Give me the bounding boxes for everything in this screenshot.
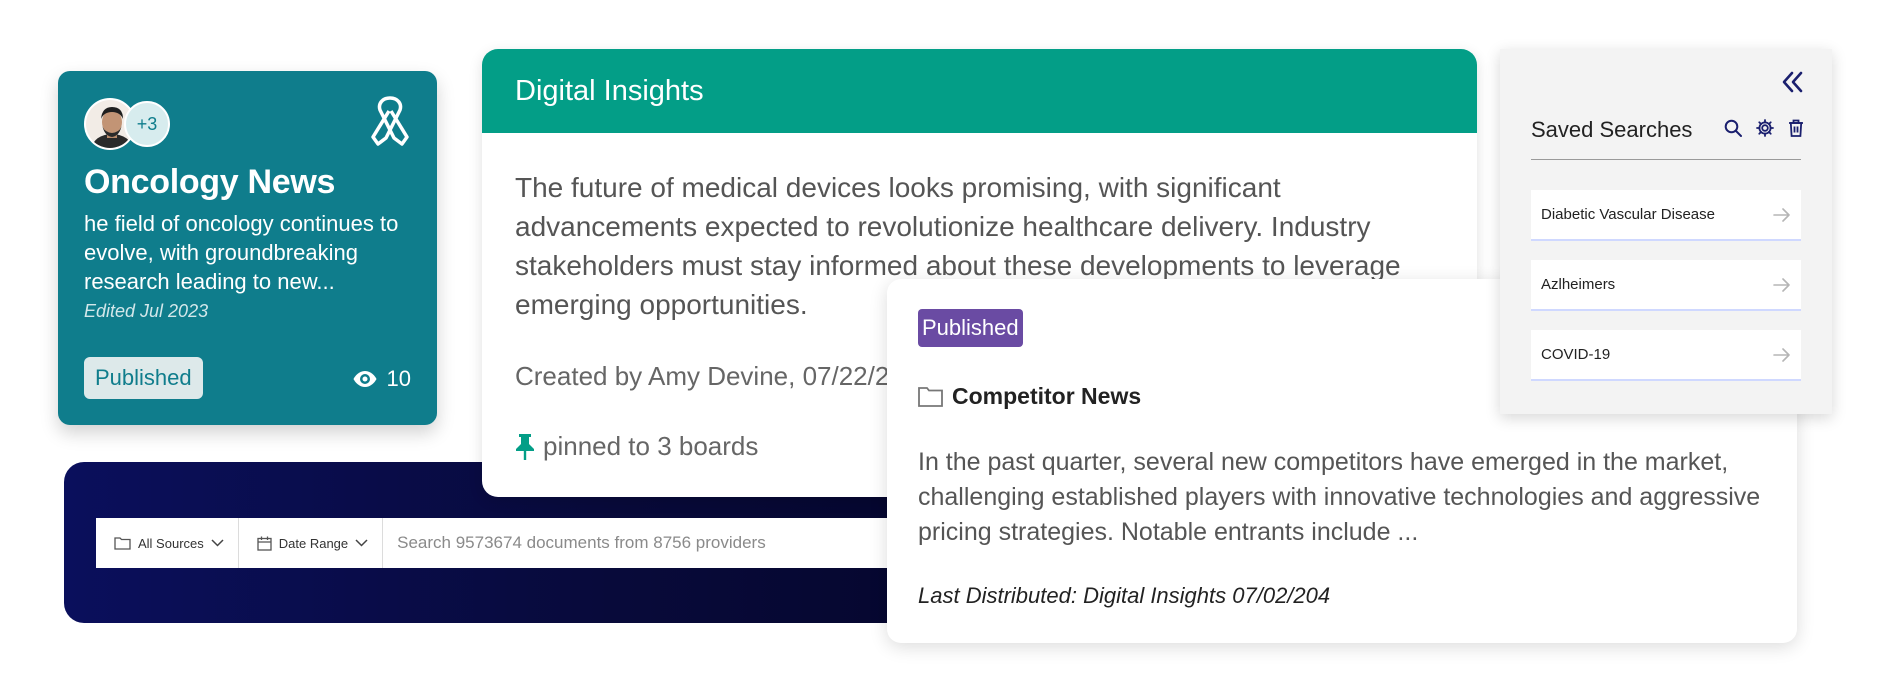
arrow-right-icon xyxy=(1773,347,1790,362)
arrow-right-icon xyxy=(1773,277,1790,292)
saved-search-label: Diabetic Vascular Disease xyxy=(1541,206,1715,223)
saved-search-label: COVID-19 xyxy=(1541,346,1611,363)
card-title[interactable]: Competitor News xyxy=(952,383,1141,410)
date-range-dropdown[interactable]: Date Range xyxy=(239,518,384,568)
status-badge: Published xyxy=(918,309,1023,347)
card-description: he field of oncology continues to evolve… xyxy=(84,211,399,294)
avatar-overflow-count[interactable]: +3 xyxy=(124,101,170,147)
folder-icon xyxy=(918,387,943,407)
folder-icon xyxy=(114,537,131,550)
saved-search-label: Azlheimers xyxy=(1541,276,1616,293)
gear-icon[interactable] xyxy=(1756,119,1774,137)
saved-search-item[interactable]: Azlheimers xyxy=(1531,260,1801,309)
created-by: Created by Amy Devine, 07/22/20 xyxy=(515,361,904,391)
card-heading: Competitor News xyxy=(918,383,1141,410)
view-count-value: 10 xyxy=(386,366,411,391)
eye-icon xyxy=(353,371,377,387)
saved-search-item[interactable]: COVID-19 xyxy=(1531,330,1801,379)
pin-icon xyxy=(516,433,534,460)
pinned-label: pinned to 3 boards xyxy=(543,431,759,461)
search-bar: All Sources Date Range Search 9573674 do… xyxy=(96,518,964,568)
oncology-news-card[interactable]: +3 Oncology News he field of oncology co… xyxy=(58,71,437,425)
chevron-down-icon xyxy=(355,539,368,547)
search-input[interactable]: Search 9573674 documents from 8756 provi… xyxy=(383,533,964,553)
date-range-label: Date Range xyxy=(278,535,349,551)
view-count: 10 xyxy=(353,366,411,392)
awareness-ribbon-icon xyxy=(371,96,409,146)
card-description: In the past quarter, several new competi… xyxy=(918,448,1761,546)
sources-dropdown[interactable]: All Sources xyxy=(96,518,239,568)
chevron-down-icon xyxy=(211,539,224,547)
saved-search-item[interactable]: Diabetic Vascular Disease xyxy=(1531,190,1801,239)
panel-toolbar xyxy=(1724,119,1804,137)
panel-title: Saved Searches xyxy=(1531,117,1693,142)
card-title[interactable]: Oncology News xyxy=(84,163,335,202)
arrow-right-icon xyxy=(1773,207,1790,222)
calendar-icon xyxy=(257,536,272,551)
card-header-title[interactable]: Digital Insights xyxy=(515,75,704,108)
card-header: Digital Insights xyxy=(482,49,1477,133)
saved-searches-panel: Saved Searches Diabetic Vascular Disease… xyxy=(1500,49,1832,414)
trash-icon[interactable] xyxy=(1788,119,1804,137)
search-icon[interactable] xyxy=(1724,119,1742,137)
status-badge: Published xyxy=(84,357,203,399)
edited-date: Edited Jul 2023 xyxy=(84,301,209,321)
pinned-info[interactable]: pinned to 3 boards xyxy=(515,431,758,462)
divider xyxy=(1531,159,1801,160)
sources-label: All Sources xyxy=(138,535,204,551)
last-distributed: Last Distributed: Digital Insights 07/02… xyxy=(918,583,1331,608)
double-chevron-left-icon[interactable] xyxy=(1779,69,1805,95)
